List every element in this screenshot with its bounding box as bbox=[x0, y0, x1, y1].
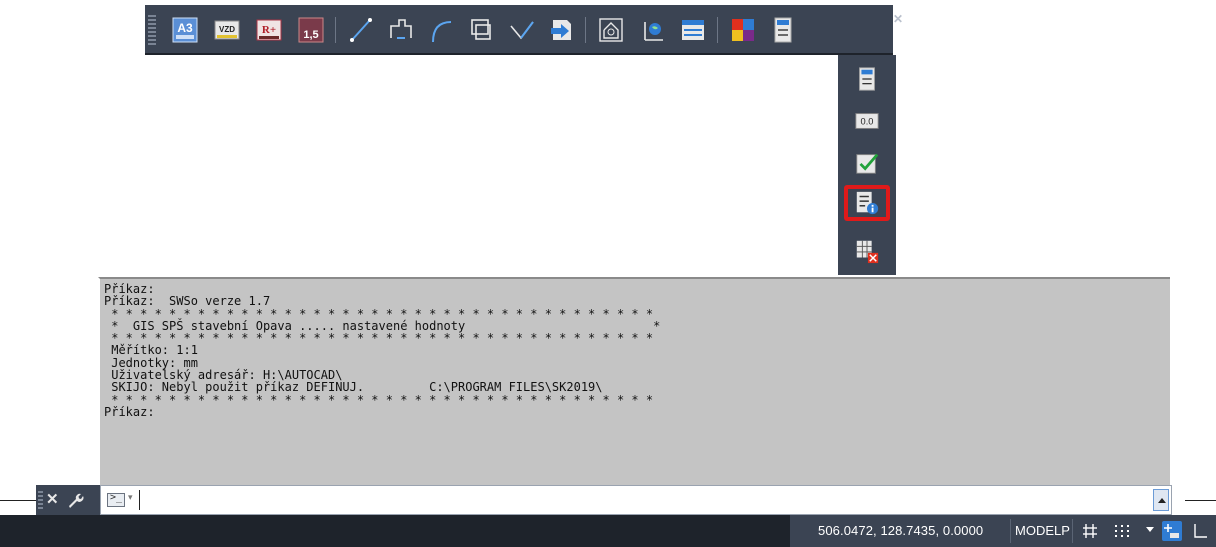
svg-text:VZD: VZD bbox=[219, 25, 235, 34]
color-palette-icon bbox=[732, 19, 754, 41]
globe-icon bbox=[644, 22, 663, 41]
table-delete-icon bbox=[856, 240, 879, 264]
settings-flyout-button[interactable] bbox=[767, 14, 799, 46]
command-prompt-icon[interactable]: >_ bbox=[107, 492, 125, 507]
color-button[interactable] bbox=[727, 14, 759, 46]
scale-button[interactable]: 1,5 bbox=[295, 14, 327, 46]
offset-button[interactable] bbox=[465, 14, 497, 46]
delete-table-button[interactable] bbox=[844, 233, 890, 269]
list-info-icon bbox=[856, 191, 879, 215]
polyline-button[interactable] bbox=[385, 14, 417, 46]
model-space-toggle[interactable]: MODELP bbox=[1015, 523, 1070, 538]
svg-text:1,5: 1,5 bbox=[303, 29, 318, 41]
offset-icon bbox=[471, 19, 491, 40]
window-icon bbox=[682, 20, 704, 40]
insert-button[interactable] bbox=[545, 14, 577, 46]
angle-icon bbox=[510, 21, 534, 40]
status-bar-empty bbox=[0, 515, 790, 547]
globe-button[interactable] bbox=[637, 14, 669, 46]
r-plus-button[interactable]: R+ bbox=[253, 14, 285, 46]
toolbar-grip[interactable] bbox=[148, 15, 156, 45]
history-line: Příkaz: SWSo verze 1.7 bbox=[104, 294, 271, 309]
house-icon bbox=[599, 18, 623, 42]
infer-constraints-icon[interactable] bbox=[1162, 521, 1182, 541]
chevron-down-icon[interactable]: ▾ bbox=[128, 492, 133, 503]
command-line-grip[interactable] bbox=[38, 491, 43, 509]
r-plus-icon: R+ bbox=[256, 19, 282, 41]
svg-text:0.0: 0.0 bbox=[861, 117, 874, 127]
snap-icon[interactable] bbox=[1112, 521, 1132, 541]
coordinates-readout[interactable]: 506.0472, 128.7435, 0.0000 bbox=[818, 523, 983, 538]
a3-format-button[interactable]: A3 bbox=[169, 14, 201, 46]
svg-text:R+: R+ bbox=[262, 24, 276, 36]
command-input-area: >_ ▾ bbox=[100, 485, 1172, 515]
check-button[interactable] bbox=[844, 145, 890, 181]
toolbar-separator bbox=[717, 17, 718, 43]
status-separator bbox=[1010, 519, 1011, 543]
vzd-button[interactable]: VZD bbox=[211, 14, 243, 46]
toolbar-separator bbox=[335, 17, 336, 43]
toolbar-separator bbox=[585, 17, 586, 43]
precision-button[interactable]: 0.0 bbox=[844, 103, 890, 139]
settings-flyout: 0.0 bbox=[838, 55, 896, 275]
line-button[interactable] bbox=[345, 14, 377, 46]
history-line: Příkaz: bbox=[104, 404, 155, 419]
arc-icon bbox=[432, 21, 452, 43]
window-button[interactable] bbox=[677, 14, 709, 46]
ortho-icon[interactable] bbox=[1190, 521, 1210, 541]
divider bbox=[1185, 500, 1216, 501]
command-history[interactable]: Příkaz: Příkaz: SWSo verze 1.7 * * * * *… bbox=[98, 277, 1170, 485]
house-button[interactable] bbox=[595, 14, 627, 46]
checkbox-check-icon bbox=[856, 153, 879, 174]
vzd-icon: VZD bbox=[214, 20, 240, 40]
form-settings-icon bbox=[859, 67, 875, 91]
grid-icon[interactable] bbox=[1080, 521, 1100, 541]
line-icon bbox=[350, 18, 372, 42]
close-icon[interactable]: ✕ bbox=[46, 491, 59, 509]
history-line: SKIJO: Nebyl použit příkaz DEFINUJ. C:\P… bbox=[104, 380, 603, 395]
arc-button[interactable] bbox=[425, 14, 457, 46]
command-input[interactable] bbox=[139, 490, 1139, 510]
divider bbox=[0, 500, 36, 501]
form-settings-icon bbox=[774, 17, 792, 43]
history-line: * * * * * * * * * * * * * * * * * * * * … bbox=[104, 392, 654, 407]
history-line: Měřítko: 1:1 bbox=[104, 343, 198, 358]
wrench-icon[interactable] bbox=[66, 491, 84, 509]
history-scroll-button[interactable] bbox=[1153, 489, 1169, 511]
insert-icon bbox=[551, 20, 571, 40]
decimal-precision-icon: 0.0 bbox=[855, 113, 879, 129]
info-settings-button[interactable] bbox=[844, 185, 890, 221]
svg-text:A3: A3 bbox=[177, 21, 193, 35]
a3-icon: A3 bbox=[172, 17, 198, 43]
polyline-icon bbox=[390, 19, 412, 39]
command-line: ✕ >_ ▾ bbox=[0, 485, 1216, 515]
status-bar: 506.0472, 128.7435, 0.0000 MODELP bbox=[790, 515, 1216, 547]
angle-button[interactable] bbox=[505, 14, 537, 46]
form-settings-button[interactable] bbox=[844, 61, 890, 97]
scale-icon: 1,5 bbox=[298, 17, 324, 43]
toolbar-close-icon[interactable]: ✕ bbox=[893, 13, 903, 25]
gis-toolbar: A3 VZD R+ 1,5 ✕ bbox=[145, 5, 903, 55]
status-separator bbox=[1072, 519, 1073, 543]
command-line-tools: ✕ bbox=[36, 485, 100, 515]
chevron-down-icon[interactable] bbox=[1146, 527, 1154, 532]
history-line: * * * * * * * * * * * * * * * * * * * * … bbox=[104, 331, 654, 346]
